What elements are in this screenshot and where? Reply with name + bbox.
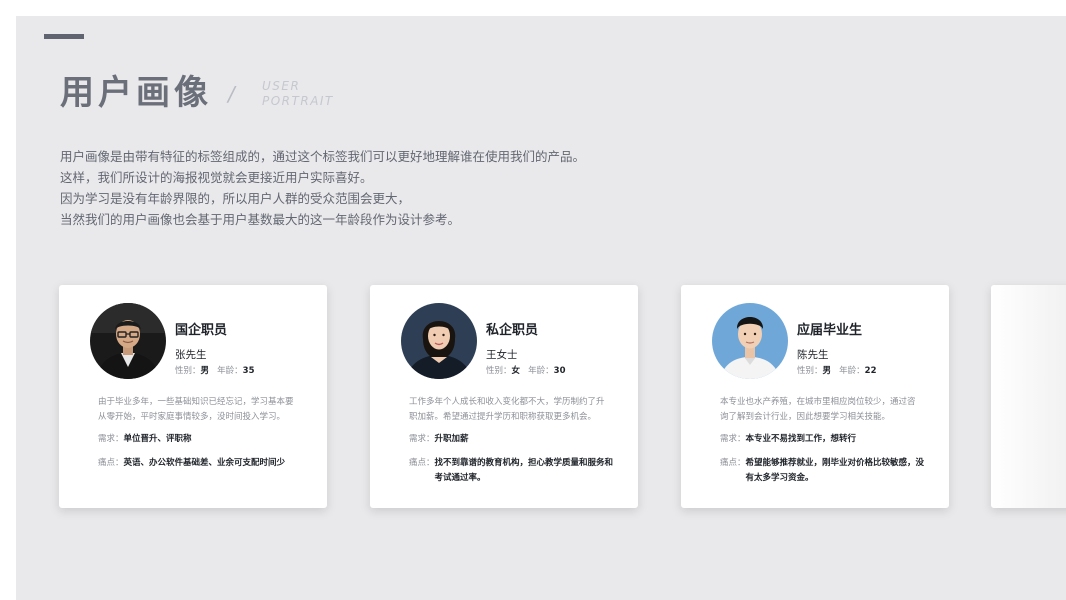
persona-meta: 性别：女 年龄：30 xyxy=(486,364,566,376)
pain-label: 痛点： xyxy=(98,458,124,468)
persona-name: 张先生 xyxy=(175,349,207,361)
page-subtitle: USER PORTRAIT xyxy=(262,79,334,109)
intro-line: 因为学习是没有年龄界限的，所以用户人群的受众范围会更大， xyxy=(60,191,411,206)
persona-name: 陈先生 xyxy=(797,349,829,361)
persona-role: 应届毕业生 xyxy=(797,323,863,338)
subtitle-line: PORTRAIT xyxy=(262,94,334,108)
persona-description: 本专业也水产养殖，在城市里相应岗位较少，通过咨询了解到会计行业，因此想要学习相关… xyxy=(720,397,916,422)
title-separator: / xyxy=(228,82,235,106)
persona-role: 私企职员 xyxy=(486,323,539,338)
gender-label: 性别： xyxy=(797,366,823,376)
persona-card-partial xyxy=(991,285,1066,508)
persona-description: 工作多年个人成长和收入变化都不大，学历制约了升职加薪。希望通过提升学历和职称获取… xyxy=(409,397,605,422)
persona-role: 国企职员 xyxy=(175,323,228,338)
persona-need: 需求： 升职加薪 xyxy=(409,432,619,447)
intro-line: 用户画像是由带有特征的标签组成的，通过这个标签我们可以更好地理解谁在使用我们的产… xyxy=(60,149,586,164)
persona-card-3: 应届毕业生 陈先生 性别：男 年龄：22 本专业也水产养殖，在城市里相应岗位较少… xyxy=(681,285,949,508)
slide: 用户画像 / USER PORTRAIT 用户画像是由带有特征的标签组成的，通过… xyxy=(16,16,1066,600)
need-label: 需求： xyxy=(720,434,746,444)
age-value: 30 xyxy=(553,366,566,376)
intro-line: 这样，我们所设计的海报视觉就会更接近用户实际喜好。 xyxy=(60,170,373,185)
gender-label: 性别： xyxy=(486,366,512,376)
age-label: 年龄： xyxy=(217,366,243,376)
gender-value: 女 xyxy=(511,366,521,376)
avatar xyxy=(90,303,166,379)
pain-value: 英语、办公软件基础差、业余可支配时间少 xyxy=(123,458,286,468)
persona-need: 需求： 单位晋升、评职称 xyxy=(98,432,308,447)
subtitle-line: USER xyxy=(262,79,301,93)
avatar-woman-icon xyxy=(401,303,477,379)
gender-label: 性别： xyxy=(175,366,201,376)
persona-need: 需求： 本专业不易找到工作，想转行 xyxy=(720,432,930,447)
pain-value: 找不到靠谱的教育机构，担心教学质量和服务和考试通过率。 xyxy=(434,458,614,483)
avatar xyxy=(712,303,788,379)
need-label: 需求： xyxy=(98,434,124,444)
need-label: 需求： xyxy=(409,434,435,444)
need-value: 本专业不易找到工作，想转行 xyxy=(745,434,857,444)
persona-card-1: 国企职员 张先生 性别：男 年龄：35 由于毕业多年，一些基础知识已经忘记，学习… xyxy=(59,285,327,508)
age-label: 年龄： xyxy=(528,366,554,376)
avatar-man-glasses-icon xyxy=(90,303,166,379)
persona-card-2: 私企职员 王女士 性别：女 年龄：30 工作多年个人成长和收入变化都不大，学历制… xyxy=(370,285,638,508)
persona-meta: 性别：男 年龄：22 xyxy=(797,364,877,376)
persona-pain-point: 痛点： 希望能够推荐就业，刚毕业对价格比较敏感，没有太多学习资金。 xyxy=(720,456,930,486)
pain-label: 痛点： xyxy=(409,458,435,468)
pain-value: 希望能够推荐就业，刚毕业对价格比较敏感，没有太多学习资金。 xyxy=(745,458,925,483)
avatar-young-man-icon xyxy=(712,303,788,379)
persona-description: 由于毕业多年，一些基础知识已经忘记，学习基本要从零开始，平时家庭事情较多，没时间… xyxy=(98,397,294,422)
avatar xyxy=(401,303,477,379)
intro-line: 当然我们的用户画像也会基于用户基数最大的这一年龄段作为设计参考。 xyxy=(60,212,461,227)
intro-text: 用户画像是由带有特征的标签组成的，通过这个标签我们可以更好地理解谁在使用我们的产… xyxy=(60,146,585,230)
persona-pain-point: 痛点： 找不到靠谱的教育机构，担心教学质量和服务和考试通过率。 xyxy=(409,456,619,486)
gender-value: 男 xyxy=(200,366,210,376)
page-title: 用户画像 xyxy=(60,73,212,113)
pain-label: 痛点： xyxy=(720,458,746,468)
age-value: 22 xyxy=(864,366,877,376)
gender-value: 男 xyxy=(822,366,832,376)
need-value: 升职加薪 xyxy=(434,434,469,444)
persona-meta: 性别：男 年龄：35 xyxy=(175,364,255,376)
accent-bar xyxy=(44,34,84,39)
age-value: 35 xyxy=(242,366,255,376)
need-value: 单位晋升、评职称 xyxy=(123,434,192,444)
persona-name: 王女士 xyxy=(486,349,518,361)
persona-pain-point: 痛点： 英语、办公软件基础差、业余可支配时间少 xyxy=(98,456,308,471)
age-label: 年龄： xyxy=(839,366,865,376)
